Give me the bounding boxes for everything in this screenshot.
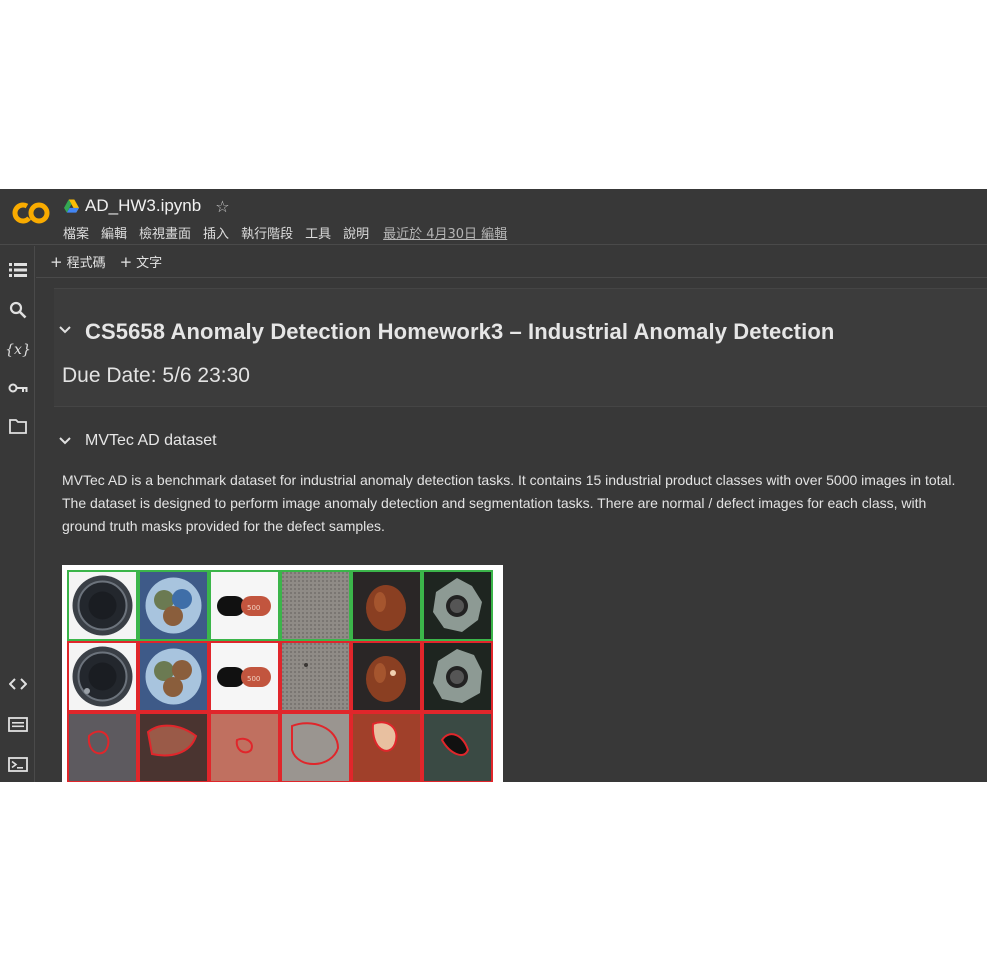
normal-cable-image: [138, 570, 209, 641]
menu-runtime[interactable]: 執行階段: [241, 223, 293, 242]
defect-carpet-image: [280, 641, 351, 712]
google-drive-icon[interactable]: [64, 199, 79, 213]
mask-capsule-image: [209, 712, 280, 782]
mask-metal-nut-image: [422, 712, 493, 782]
mask-hazelnut-image: [351, 712, 422, 782]
svg-text:500: 500: [247, 604, 260, 612]
normal-metal-nut-image: [422, 570, 493, 641]
add-code-button[interactable]: + 程式碼: [50, 252, 106, 271]
command-palette-icon[interactable]: [6, 712, 30, 736]
mask-bottle-image: [67, 712, 138, 782]
notebook-heading: CS5658 Anomaly Detection Homework3 – Ind…: [85, 319, 835, 344]
header: AD_HW3.ipynb ☆ 檔案 編輯 檢視畫面 插入 執行階段 工具 說明 …: [0, 189, 987, 245]
table-of-contents-icon[interactable]: [6, 258, 30, 282]
defect-metal-nut-image: [422, 641, 493, 712]
plus-icon: +: [50, 253, 63, 271]
defect-cable-image: [138, 641, 209, 712]
normal-carpet-image: [280, 570, 351, 641]
colab-window: AD_HW3.ipynb ☆ 檔案 編輯 檢視畫面 插入 執行階段 工具 說明 …: [0, 189, 987, 782]
chevron-down-icon[interactable]: [58, 323, 72, 337]
toolbar: + 程式碼 + 文字: [36, 246, 987, 278]
defect-capsule-image: 500: [209, 641, 280, 712]
menu-help[interactable]: 說明: [343, 223, 369, 242]
menu-edit[interactable]: 編輯: [101, 223, 127, 242]
mask-cable-image: [138, 712, 209, 782]
menu-insert[interactable]: 插入: [203, 223, 229, 242]
menu-file[interactable]: 檔案: [63, 223, 89, 242]
variables-icon[interactable]: {x}: [5, 338, 31, 362]
defect-bottle-image: [67, 641, 138, 712]
left-rail: {x}: [0, 246, 35, 782]
defect-hazelnut-image: [351, 641, 422, 712]
due-date: Due Date: 5/6 23:30: [62, 364, 250, 387]
text-cell-title[interactable]: [54, 288, 987, 407]
add-text-button[interactable]: + 文字: [120, 252, 163, 271]
files-folder-icon[interactable]: [6, 414, 30, 438]
svg-text:500: 500: [247, 675, 260, 683]
dataset-description: MVTec AD is a benchmark dataset for indu…: [62, 472, 956, 534]
menu-tools[interactable]: 工具: [305, 223, 331, 242]
menu-view[interactable]: 檢視畫面: [139, 223, 191, 242]
normal-hazelnut-image: [351, 570, 422, 641]
mvtec-sample-image: 500 500: [62, 565, 503, 782]
last-edit-link[interactable]: 最近於 4月30日 編輯: [383, 223, 507, 242]
notebook-title[interactable]: AD_HW3.ipynb: [85, 196, 201, 216]
normal-bottle-image: [67, 570, 138, 641]
add-text-label: 文字: [136, 256, 163, 271]
section-heading: MVTec AD dataset: [85, 432, 217, 449]
terminal-icon[interactable]: [6, 752, 30, 776]
notebook-content: CS5658 Anomaly Detection Homework3 – Ind…: [36, 278, 987, 782]
star-icon[interactable]: ☆: [215, 197, 229, 216]
secrets-key-icon[interactable]: [6, 376, 30, 400]
mask-carpet-image: [280, 712, 351, 782]
normal-capsule-image: 500: [209, 570, 280, 641]
menu-bar: 檔案 編輯 檢視畫面 插入 執行階段 工具 說明 最近於 4月30日 編輯: [63, 223, 519, 242]
search-icon[interactable]: [6, 298, 30, 322]
code-snippets-icon[interactable]: [6, 672, 30, 696]
chevron-down-icon[interactable]: [58, 434, 72, 448]
plus-icon: +: [119, 253, 133, 271]
colab-logo[interactable]: [12, 201, 50, 225]
add-code-label: 程式碼: [66, 256, 106, 271]
